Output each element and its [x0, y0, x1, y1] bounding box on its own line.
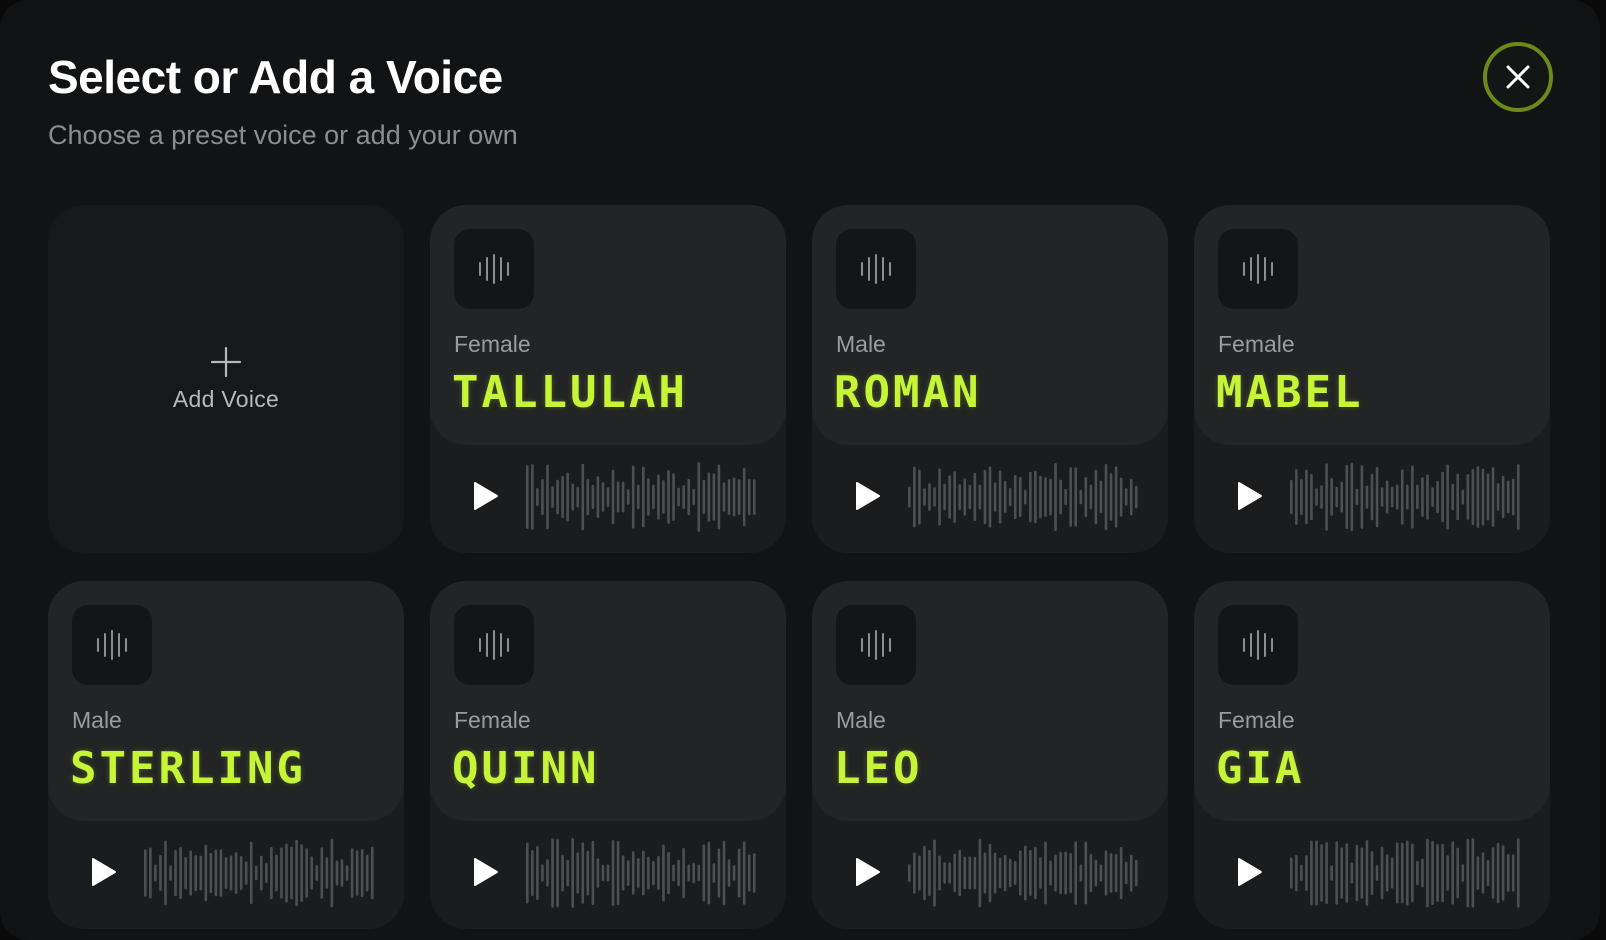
play-button[interactable]	[848, 853, 886, 891]
voice-name: MABEL	[1216, 367, 1364, 418]
play-icon	[474, 858, 498, 886]
waveform-preview[interactable]	[908, 461, 1140, 533]
voice-card[interactable]: Female TALLULAH	[430, 205, 786, 553]
voice-card[interactable]: Male STERLING	[48, 581, 404, 929]
voice-gender: Male	[836, 331, 886, 357]
voice-card-header: Male ROMAN	[812, 205, 1168, 445]
waveform-preview[interactable]	[1290, 461, 1522, 533]
voice-card[interactable]: Female QUINN	[430, 581, 786, 929]
voice-name: STERLING	[70, 743, 306, 794]
waveform-preview[interactable]	[144, 837, 376, 909]
voice-name: ROMAN	[834, 367, 982, 418]
audio-wave-icon	[454, 229, 534, 309]
voice-card-header: Female GIA	[1194, 581, 1550, 821]
play-icon	[856, 482, 880, 510]
audio-wave-icon	[72, 605, 152, 685]
close-icon	[1506, 65, 1530, 89]
voice-name: LEO	[834, 743, 923, 794]
voice-card-header: Male STERLING	[48, 581, 404, 821]
voice-name: GIA	[1216, 743, 1305, 794]
add-voice-label: Add Voice	[172, 385, 280, 412]
voice-select-dialog: Select or Add a Voice Choose a preset vo…	[0, 0, 1600, 940]
play-icon	[1238, 482, 1262, 510]
voice-card[interactable]: Female MABEL	[1194, 205, 1550, 553]
play-button[interactable]	[466, 477, 504, 515]
voice-gender: Female	[454, 331, 531, 357]
play-button[interactable]	[1230, 477, 1268, 515]
play-icon	[474, 482, 498, 510]
audio-wave-icon	[1218, 229, 1298, 309]
plus-icon	[210, 346, 242, 377]
audio-wave-icon	[1218, 605, 1298, 685]
voice-gender: Female	[1218, 707, 1295, 733]
voice-gender: Male	[72, 707, 122, 733]
audio-wave-icon	[836, 229, 916, 309]
audio-wave-icon	[836, 605, 916, 685]
waveform-preview[interactable]	[526, 837, 758, 909]
voice-card-header: Female TALLULAH	[430, 205, 786, 445]
voice-card-header: Male LEO	[812, 581, 1168, 821]
play-button[interactable]	[848, 477, 886, 515]
waveform-preview[interactable]	[526, 461, 758, 533]
voice-card-header: Female QUINN	[430, 581, 786, 821]
voice-card[interactable]: Female GIA	[1194, 581, 1550, 929]
voice-card[interactable]: Male ROMAN	[812, 205, 1168, 553]
play-button[interactable]	[84, 853, 122, 891]
voice-gender: Female	[454, 707, 531, 733]
waveform-preview[interactable]	[908, 837, 1140, 909]
waveform-preview[interactable]	[1290, 837, 1522, 909]
audio-wave-icon	[454, 605, 534, 685]
play-icon	[856, 858, 880, 886]
play-icon	[92, 858, 116, 886]
play-button[interactable]	[1230, 853, 1268, 891]
play-button[interactable]	[466, 853, 504, 891]
close-button[interactable]	[1483, 42, 1553, 112]
dialog-subtitle: Choose a preset voice or add your own	[48, 120, 518, 150]
voice-gender: Male	[836, 707, 886, 733]
voice-grid: Add Voice Female TALLULAH Male ROMAN Fem…	[48, 205, 1550, 929]
voice-card-header: Female MABEL	[1194, 205, 1550, 445]
play-icon	[1238, 858, 1262, 886]
add-voice-card[interactable]: Add Voice	[48, 205, 404, 553]
voice-name: TALLULAH	[452, 367, 688, 418]
voice-card[interactable]: Male LEO	[812, 581, 1168, 929]
dialog-title: Select or Add a Voice	[48, 51, 503, 103]
voice-gender: Female	[1218, 331, 1295, 357]
voice-name: QUINN	[452, 743, 600, 794]
